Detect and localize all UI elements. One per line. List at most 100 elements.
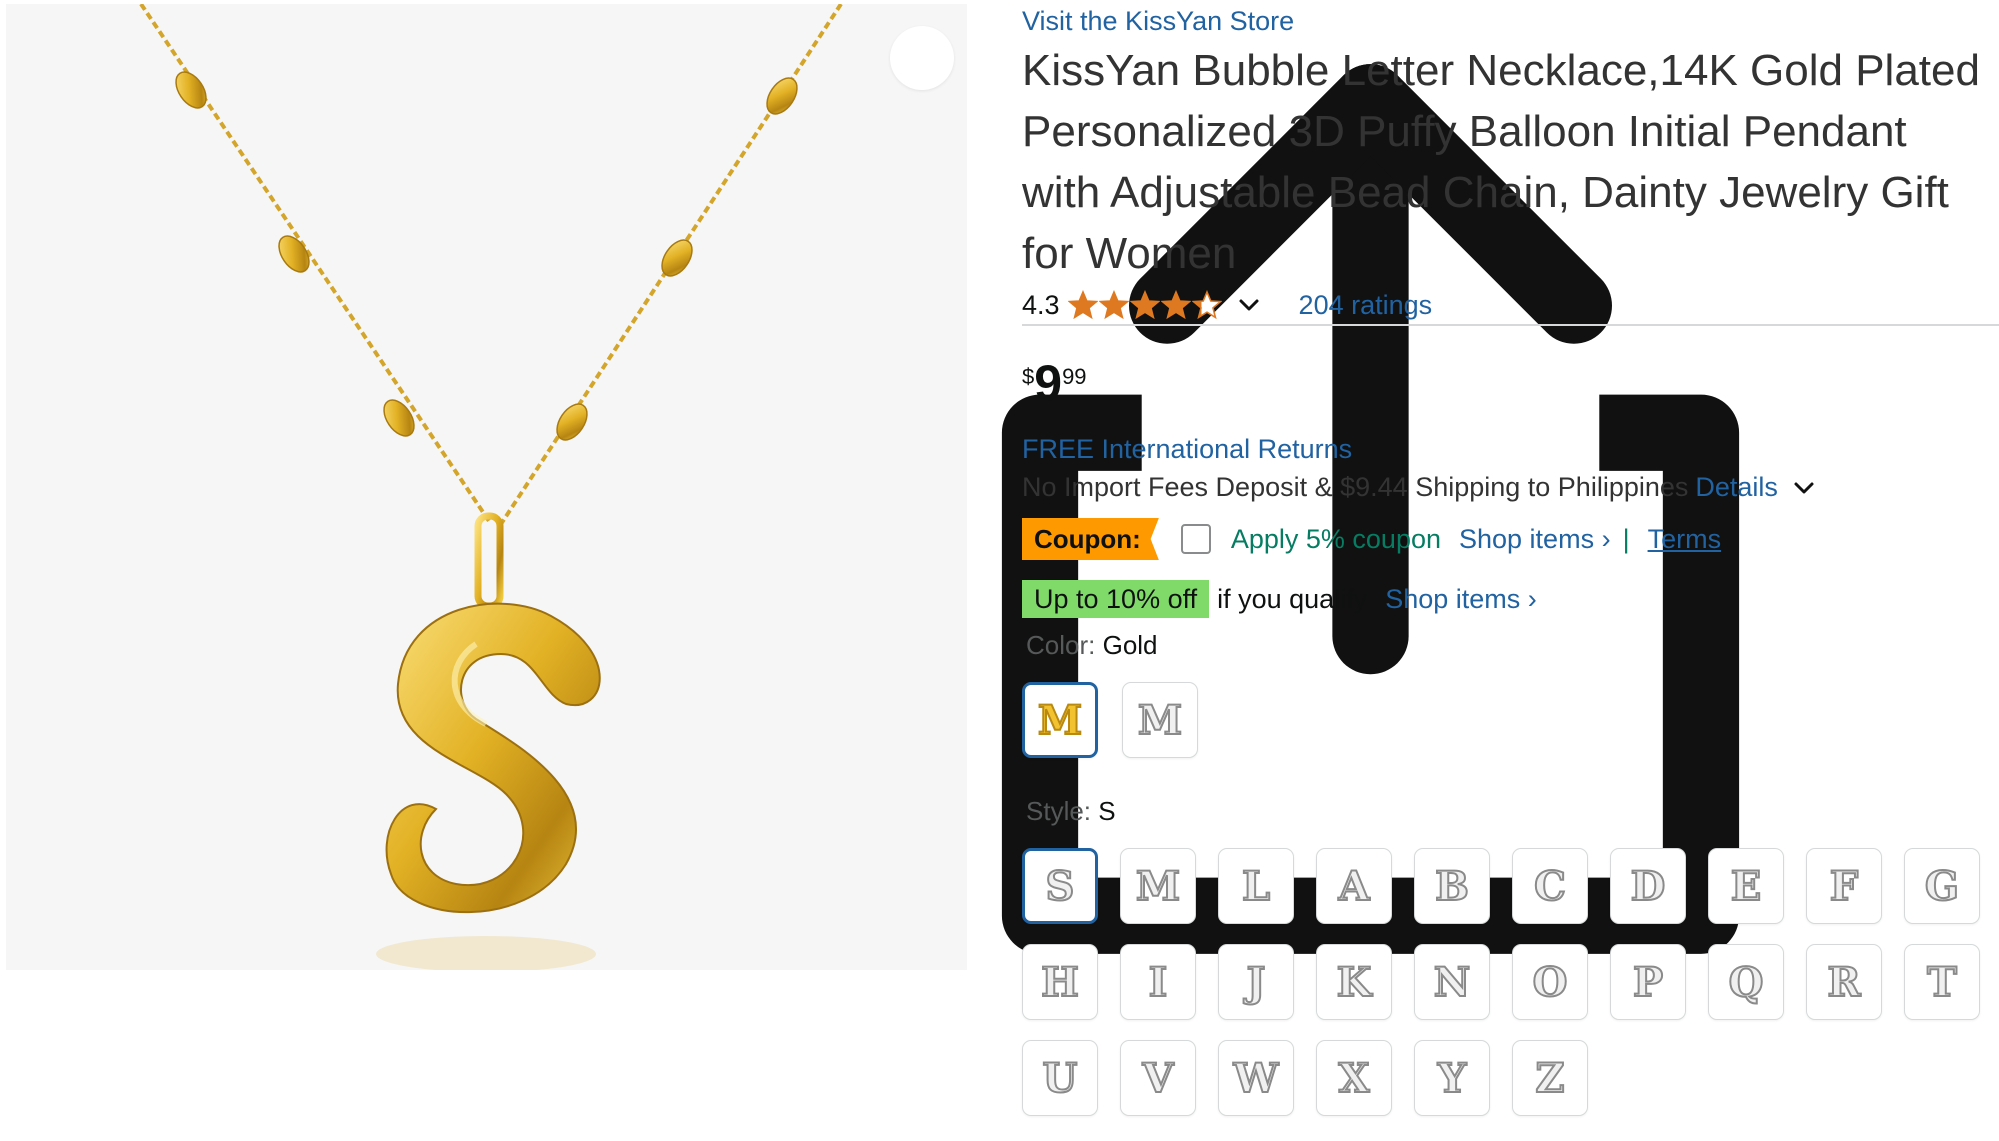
color-swatch-gold[interactable]: M: [1022, 682, 1098, 758]
style-swatch-g[interactable]: G: [1904, 848, 1980, 924]
swatch-glyph: E: [1730, 862, 1762, 911]
star-icon: [1129, 290, 1160, 320]
swatch-glyph: N: [1433, 958, 1472, 1007]
product-details: Visit the KissYan Store KissYan Bubble L…: [1022, 0, 1999, 1141]
separator: |: [1622, 523, 1630, 554]
chevron-down-icon[interactable]: [1792, 476, 1816, 500]
style-swatch-a[interactable]: A: [1316, 848, 1392, 924]
style-swatch-d[interactable]: D: [1610, 848, 1686, 924]
star-rating[interactable]: [1067, 290, 1223, 320]
coupon-row: Coupon: Apply 5% coupon Shop items › | T…: [1022, 518, 1721, 560]
style-swatch-y[interactable]: Y: [1414, 1040, 1490, 1116]
swatch-glyph: Y: [1437, 1054, 1468, 1103]
swatch-glyph: F: [1829, 862, 1859, 911]
swatch-glyph: R: [1826, 958, 1861, 1007]
swatch-glyph: H: [1040, 958, 1080, 1007]
style-key: Style:: [1026, 796, 1092, 826]
swatch-glyph: U: [1042, 1054, 1079, 1103]
style-swatch-l[interactable]: L: [1218, 848, 1294, 924]
swatch-glyph: I: [1148, 958, 1169, 1007]
returns-link[interactable]: FREE International Returns: [1022, 434, 1386, 465]
style-swatch-j[interactable]: J: [1218, 944, 1294, 1020]
style-swatch-v[interactable]: V: [1120, 1040, 1196, 1116]
swatch-glyph: C: [1533, 862, 1567, 911]
coupon-shop-items-link[interactable]: Shop items ›: [1459, 524, 1611, 555]
apply-coupon-label[interactable]: Apply 5% coupon: [1231, 524, 1441, 555]
chevron-down-icon[interactable]: [1237, 293, 1261, 317]
style-label: Style: S: [1026, 796, 1116, 827]
color-key: Color:: [1026, 630, 1096, 660]
swatch-glyph: X: [1337, 1054, 1370, 1103]
style-swatch-i[interactable]: I: [1120, 944, 1196, 1020]
style-swatch-o[interactable]: O: [1512, 944, 1588, 1020]
divider: [1022, 324, 1999, 326]
star-icon: [1067, 290, 1098, 320]
swatch-glyph: Q: [1728, 958, 1765, 1007]
style-swatch-p[interactable]: P: [1610, 944, 1686, 1020]
style-swatch-w[interactable]: W: [1218, 1040, 1294, 1116]
deal-row: Up to 10% off if you qualify Shop items …: [1022, 580, 1537, 618]
swatch-glyph: D: [1630, 862, 1667, 911]
style-swatch-m[interactable]: M: [1120, 848, 1196, 924]
swatch-glyph: V: [1141, 1054, 1174, 1103]
chevron-down-icon[interactable]: [1362, 438, 1386, 462]
swatch-glyph: M: [1135, 862, 1181, 911]
style-selected-value: S: [1098, 796, 1116, 826]
style-swatch-c[interactable]: C: [1512, 848, 1588, 924]
coupon-checkbox[interactable]: [1180, 524, 1211, 554]
price-symbol: $: [1022, 364, 1035, 389]
swatch-glyph: T: [1926, 958, 1958, 1007]
swatch-glyph: J: [1246, 958, 1267, 1007]
swatch-glyph: P: [1632, 958, 1664, 1007]
style-swatch-e[interactable]: E: [1708, 848, 1784, 924]
swatch-glyph: S: [1045, 862, 1076, 911]
style-swatch-n[interactable]: N: [1414, 944, 1490, 1020]
swatch-glyph: A: [1337, 862, 1370, 911]
shipping-text: No Import Fees Deposit & $9.44 Shipping …: [1022, 472, 1689, 502]
price: $ 9 99: [1022, 356, 1087, 410]
style-swatch-q[interactable]: Q: [1708, 944, 1784, 1020]
color-label: Color: Gold: [1026, 630, 1158, 661]
swatch-glyph: G: [1924, 862, 1960, 911]
deal-qualify-text: if you qualify: [1217, 583, 1368, 614]
coupon-badge: Coupon:: [1022, 518, 1159, 560]
style-swatch-u[interactable]: U: [1022, 1040, 1098, 1116]
style-swatch-r[interactable]: R: [1806, 944, 1882, 1020]
swatch-glyph: W: [1233, 1054, 1280, 1103]
store-link[interactable]: Visit the KissYan Store: [1022, 6, 1294, 37]
rating-row: 4.3 204 ratings: [1022, 287, 1432, 323]
star-icon: [1160, 290, 1191, 320]
style-swatch-b[interactable]: B: [1414, 848, 1490, 924]
shipping-details-link[interactable]: Details: [1695, 472, 1778, 503]
product-image[interactable]: [6, 4, 1740, 970]
style-swatch-f[interactable]: F: [1806, 848, 1882, 924]
coupon-terms-link[interactable]: Terms: [1648, 524, 1722, 555]
ratings-count-link[interactable]: 204 ratings: [1299, 290, 1433, 321]
star-icon: [1098, 290, 1129, 320]
deal-shop-items-link[interactable]: Shop items ›: [1385, 584, 1537, 615]
shipping-info: No Import Fees Deposit & $9.44 Shipping …: [1022, 472, 1816, 503]
price-whole: 9: [1034, 355, 1063, 411]
swatch-glyph: O: [1532, 958, 1569, 1007]
swatch-glyph: B: [1434, 862, 1470, 911]
share-button[interactable]: [890, 26, 1740, 954]
color-selected-value: Gold: [1102, 630, 1158, 660]
price-fraction: 99: [1062, 364, 1087, 389]
swatch-glyph: M: [1037, 696, 1083, 745]
swatch-glyph: Z: [1534, 1054, 1565, 1103]
deal-badge: Up to 10% off: [1022, 580, 1210, 618]
style-swatch-z[interactable]: Z: [1512, 1040, 1588, 1116]
swatch-glyph: M: [1137, 696, 1183, 745]
style-swatch-k[interactable]: K: [1316, 944, 1392, 1020]
necklace-image: [139, 4, 843, 970]
product-title: KissYan Bubble Letter Necklace,14K Gold …: [1022, 46, 1980, 278]
color-swatch-silver[interactable]: M: [1122, 682, 1198, 758]
returns-label[interactable]: FREE International Returns: [1022, 434, 1352, 465]
style-swatch-x[interactable]: X: [1316, 1040, 1392, 1116]
style-swatch-h[interactable]: H: [1022, 944, 1098, 1020]
swatch-glyph: K: [1336, 958, 1373, 1007]
star-icon: [1191, 290, 1222, 320]
style-swatch-s[interactable]: S: [1022, 848, 1098, 924]
style-swatch-t[interactable]: T: [1904, 944, 1980, 1020]
rating-value: 4.3: [1022, 289, 1060, 320]
